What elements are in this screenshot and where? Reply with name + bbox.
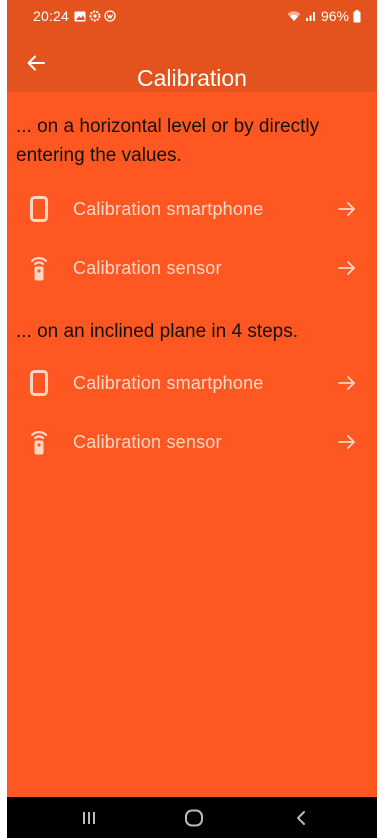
arrow-right-icon <box>338 435 355 449</box>
menu-item-horizontal-smartphone-calibration[interactable]: Calibration smartphone <box>7 185 377 233</box>
battery-icon <box>353 9 361 22</box>
system-nav-bar <box>7 797 377 838</box>
arrow-right-icon <box>338 261 355 275</box>
arrow-right-icon <box>338 202 355 216</box>
battery-percent: 96% <box>320 8 349 24</box>
status-notification-icons <box>74 10 116 22</box>
sensor-icon <box>27 254 51 282</box>
menu-item-inclined-sensor-calibration[interactable]: Calibration sensor <box>7 418 377 466</box>
page-title: Calibration <box>137 65 247 92</box>
section-heading-inclined: ... on an inclined plane in 4 steps. <box>16 321 299 342</box>
signal-icon <box>305 12 315 21</box>
section-heading-horizontal: ... on a horizontal level or by directly… <box>16 116 320 166</box>
menu-item-label: Calibration sensor <box>73 258 222 278</box>
menu-item-horizontal-sensor-calibration[interactable]: Calibration sensor <box>7 244 377 292</box>
menu-item-label: Calibration sensor <box>73 432 222 452</box>
vpn-icon <box>104 10 116 22</box>
menu-item-label: Calibration smartphone <box>73 373 264 393</box>
status-left: 20:24 <box>33 8 116 24</box>
settings-icon <box>89 10 101 22</box>
system-back-button[interactable] <box>286 805 316 831</box>
menu-item-label: Calibration smartphone <box>73 199 264 219</box>
smartphone-icon <box>27 195 51 223</box>
smartphone-icon <box>27 369 51 397</box>
app-bar: Calibration <box>7 32 377 92</box>
recent-apps-button[interactable] <box>74 805 104 831</box>
calibration-screen: 20:24 96% Calibration ... on a horizonta… <box>0 0 379 838</box>
content-area: ... on a horizontal level or by directly… <box>7 92 377 797</box>
home-button[interactable] <box>179 805 209 831</box>
back-button[interactable] <box>21 48 51 78</box>
arrow-left-icon <box>27 55 45 71</box>
status-time: 20:24 <box>33 8 70 24</box>
status-system-icons: 96% <box>287 8 361 24</box>
back-icon <box>297 811 305 825</box>
home-icon <box>185 809 203 827</box>
arrow-right-icon <box>338 376 355 390</box>
recent-apps-icon <box>83 812 95 824</box>
menu-item-inclined-smartphone-calibration[interactable]: Calibration smartphone <box>7 359 377 407</box>
status-bar: 20:24 96% <box>7 0 377 32</box>
gallery-icon <box>74 11 86 21</box>
wifi-icon <box>287 11 301 21</box>
sensor-icon <box>27 428 51 456</box>
